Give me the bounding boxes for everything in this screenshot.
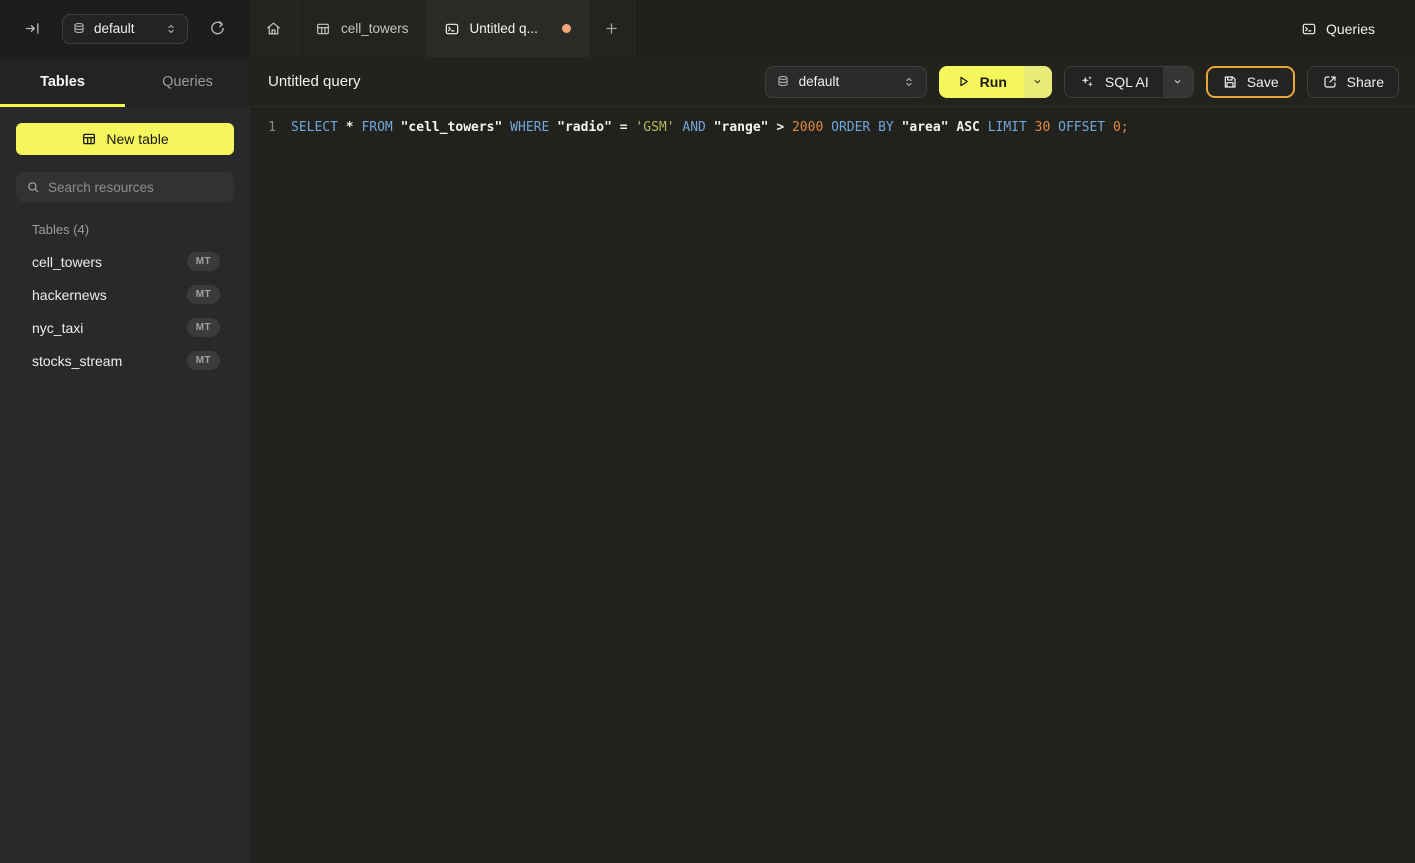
- code-line: 1 SELECT * FROM "cell_towers" WHERE "rad…: [250, 117, 1415, 138]
- terminal-icon: [1301, 21, 1317, 37]
- main-panel: Untitled query default: [250, 57, 1415, 863]
- queries-button[interactable]: Queries: [1301, 21, 1375, 37]
- table-engine-badge: MT: [187, 285, 220, 304]
- save-icon: [1222, 74, 1238, 90]
- tab-label: cell_towers: [341, 21, 409, 36]
- sidebar-tabs: Tables Queries: [0, 57, 250, 107]
- sql-code: SELECT * FROM "cell_towers" WHERE "radio…: [291, 117, 1129, 138]
- search-box: [16, 172, 234, 202]
- query-toolbar: default Run: [765, 66, 1399, 98]
- tables-section-label: Tables (4): [32, 222, 234, 237]
- share-icon: [1322, 74, 1338, 90]
- share-button-label: Share: [1347, 74, 1384, 90]
- tab-label: Untitled q...: [470, 21, 538, 36]
- home-icon: [265, 20, 282, 37]
- query-header: Untitled query default: [250, 57, 1415, 107]
- sidebar: Tables Queries New table Tables (4): [0, 57, 250, 863]
- top-bar-right: Queries: [635, 0, 1415, 57]
- run-options-button[interactable]: [1024, 66, 1052, 98]
- search-input[interactable]: [48, 180, 225, 195]
- refresh-button[interactable]: [209, 20, 226, 37]
- table-row-stocks-stream[interactable]: stocks_stream MT: [0, 344, 250, 377]
- run-button[interactable]: Run: [939, 66, 1024, 98]
- database-selector[interactable]: default: [62, 14, 188, 44]
- collapse-sidebar-icon: [24, 20, 41, 37]
- save-button-label: Save: [1247, 74, 1279, 90]
- sql-ai-label: SQL AI: [1105, 74, 1149, 90]
- tab-strip: cell_towers Untitled q...: [250, 0, 635, 57]
- table-name: nyc_taxi: [32, 320, 83, 336]
- line-number: 1: [260, 117, 284, 138]
- play-icon: [956, 74, 971, 89]
- tab-untitled-query[interactable]: Untitled q...: [427, 0, 589, 57]
- new-table-label: New table: [106, 131, 168, 147]
- chevron-updown-icon: [164, 22, 178, 36]
- table-name: stocks_stream: [32, 353, 122, 369]
- sidebar-tab-tables[interactable]: Tables: [0, 57, 125, 107]
- page-title: Untitled query: [268, 73, 361, 90]
- tab-cell-towers[interactable]: cell_towers: [298, 0, 427, 57]
- sql-ai-options-button[interactable]: [1163, 67, 1193, 97]
- sidebar-tab-queries[interactable]: Queries: [125, 57, 250, 107]
- new-tab-button[interactable]: [589, 0, 635, 57]
- table-name: hackernews: [32, 287, 107, 303]
- refresh-icon: [209, 20, 226, 37]
- queries-button-label: Queries: [1326, 21, 1375, 37]
- connection-bar: default: [0, 0, 250, 57]
- search-icon: [26, 180, 40, 194]
- sql-ai-button[interactable]: SQL AI: [1065, 67, 1163, 97]
- run-button-group: Run: [939, 66, 1052, 98]
- unsaved-changes-dot: [562, 24, 571, 33]
- table-name: cell_towers: [32, 254, 102, 270]
- table-engine-badge: MT: [187, 252, 220, 271]
- database-icon: [72, 22, 86, 36]
- sql-ai-button-group: SQL AI: [1064, 66, 1194, 98]
- sparkles-icon: [1079, 74, 1095, 90]
- chevron-down-icon: [1031, 75, 1044, 88]
- table-row-nyc-taxi[interactable]: nyc_taxi MT: [0, 311, 250, 344]
- table-row-hackernews[interactable]: hackernews MT: [0, 278, 250, 311]
- database-icon: [776, 75, 790, 89]
- active-tab-underline: [0, 104, 125, 107]
- sql-editor[interactable]: 1 SELECT * FROM "cell_towers" WHERE "rad…: [250, 107, 1415, 863]
- top-bar: default: [0, 0, 1415, 57]
- collapse-sidebar-button[interactable]: [24, 20, 41, 37]
- share-button[interactable]: Share: [1307, 66, 1399, 98]
- table-engine-badge: MT: [187, 318, 220, 337]
- database-selector-value: default: [94, 21, 156, 36]
- table-engine-badge: MT: [187, 351, 220, 370]
- chevron-updown-icon: [902, 75, 916, 89]
- save-button[interactable]: Save: [1206, 66, 1295, 98]
- chevron-down-icon: [1171, 75, 1184, 88]
- table-icon: [315, 21, 331, 37]
- table-row-cell-towers[interactable]: cell_towers MT: [0, 245, 250, 278]
- toolbar-database-selector[interactable]: default: [765, 66, 927, 98]
- plus-icon: [604, 21, 619, 36]
- new-table-button[interactable]: New table: [16, 123, 234, 155]
- tab-home[interactable]: [250, 0, 298, 57]
- run-button-label: Run: [980, 74, 1007, 90]
- terminal-icon: [444, 21, 460, 37]
- table-icon: [81, 131, 97, 147]
- toolbar-database-value: default: [799, 74, 893, 89]
